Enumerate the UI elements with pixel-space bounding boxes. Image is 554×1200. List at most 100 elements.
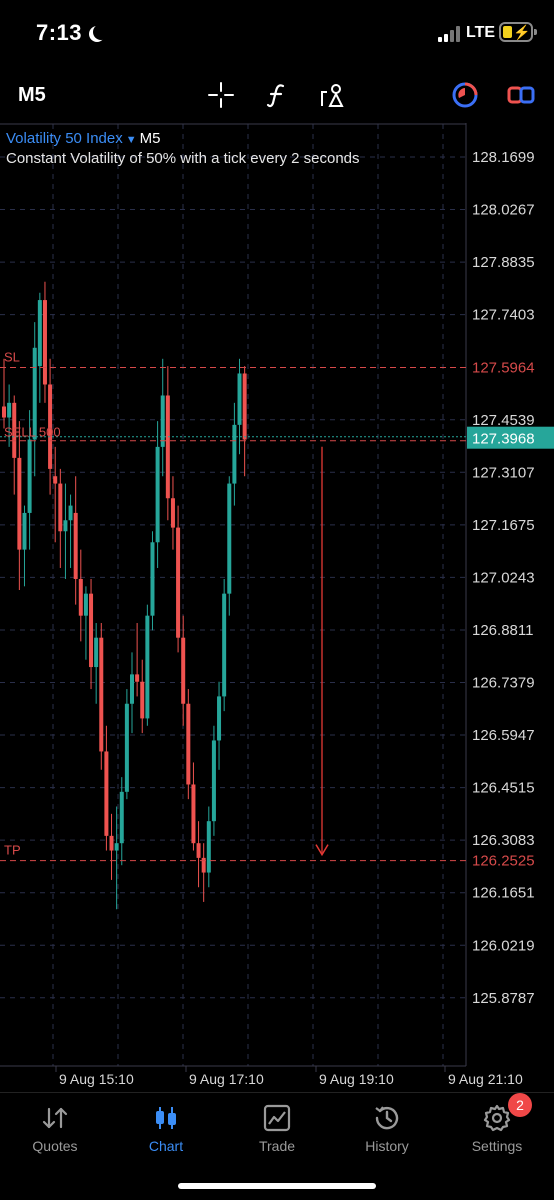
candle-body [191, 784, 196, 844]
candle-body [109, 835, 114, 851]
battery-icon: ⚡ [499, 22, 537, 42]
timeframe-button[interactable]: M5 [18, 84, 46, 107]
chart-symbol-header[interactable]: Volatility 50 Index ▼ M5 [6, 130, 160, 147]
price-tick-label: 127.3107 [472, 464, 535, 481]
candle-body [104, 751, 109, 836]
candle-body [58, 483, 63, 532]
tab-chart-label: Chart [148, 1138, 184, 1154]
tab-trade-label: Trade [258, 1138, 296, 1154]
tab-chart[interactable]: Chart [121, 1101, 211, 1154]
objects-icon[interactable] [318, 80, 348, 110]
price-tick-label: 128.0267 [472, 202, 535, 219]
candle-body [83, 593, 88, 616]
candle-body [222, 593, 227, 697]
candle-body [201, 857, 206, 873]
sell-label: SELL 500 [4, 425, 61, 440]
candle-body [165, 395, 170, 499]
time-tick-label: 9 Aug 17:10 [189, 1071, 264, 1087]
home-indicator [178, 1183, 376, 1189]
status-time: 7:13 [36, 20, 83, 45]
price-tick-label: 126.4515 [472, 780, 535, 797]
candle-body [232, 424, 237, 484]
price-tick-label: 128.1699 [472, 149, 535, 166]
candle-body [37, 300, 42, 367]
candle-body [68, 505, 73, 521]
price-tick-label: 126.5947 [472, 727, 535, 744]
candle-body [135, 674, 140, 682]
time-tick-label: 9 Aug 21:10 [448, 1071, 523, 1087]
function-icon[interactable] [262, 80, 292, 110]
candle-body [181, 637, 186, 704]
candle-body [150, 542, 155, 616]
tab-quotes-label: Quotes [32, 1138, 78, 1154]
candle-body [170, 498, 175, 528]
price-tick-label: 126.8811 [472, 622, 533, 639]
tab-trade[interactable]: Trade [232, 1101, 322, 1154]
toggle-icon[interactable] [506, 80, 536, 110]
candle-body [160, 395, 165, 447]
history-icon [375, 1106, 399, 1130]
quotes-icon [42, 1107, 68, 1129]
current-price-label: 127.3968 [472, 431, 535, 448]
candle-body [145, 615, 150, 719]
price-tick-label: 127.0243 [472, 569, 535, 586]
candle-body [89, 593, 94, 668]
candle-body [242, 373, 247, 440]
candle-body [63, 520, 68, 532]
chart-timeframe: M5 [139, 130, 161, 147]
tab-settings-label: Settings [471, 1138, 523, 1154]
tab-history-label: History [365, 1138, 409, 1154]
symbol-dropdown-icon[interactable]: ▼ [126, 134, 137, 146]
candle-body [22, 512, 27, 550]
symbol-description: Constant Volatility of 50% with a tick e… [6, 150, 360, 167]
candle-body [17, 457, 22, 550]
time-tick-label: 9 Aug 15:10 [59, 1071, 134, 1087]
chart-grid [0, 124, 466, 1066]
candle-body [114, 843, 119, 851]
settings-badge: 2 [508, 1093, 532, 1117]
candle-body [7, 402, 12, 418]
candle-body [211, 740, 216, 822]
price-chart[interactable]: SL SELL 500 TP 128.1699 128.0267 127.8835 127… [0, 123, 554, 1093]
crosshair-icon[interactable] [206, 80, 236, 110]
candle-body [140, 681, 145, 719]
trade-clock-icon[interactable] [450, 80, 480, 110]
price-tick-label: 126.1651 [472, 885, 535, 902]
signal-icon [438, 26, 462, 42]
chart-icon [156, 1107, 176, 1129]
candle-body [196, 843, 201, 858]
candle-body [119, 791, 124, 844]
symbol-name[interactable]: Volatility 50 Index [6, 130, 123, 147]
candle-body [27, 439, 32, 513]
sl-price-label: 127.5964 [472, 359, 535, 376]
candle-body [206, 821, 211, 873]
time-tick-label: 9 Aug 19:10 [319, 1071, 394, 1087]
tp-label: TP [4, 843, 21, 858]
candle-body [73, 512, 78, 579]
network-label: LTE [466, 24, 496, 41]
price-tick-label: 127.4539 [472, 412, 535, 429]
price-tick-label: 126.0219 [472, 937, 535, 954]
candle-body [237, 373, 242, 425]
tp-price-label: 126.2525 [472, 853, 535, 870]
price-tick-label: 127.1675 [472, 517, 535, 534]
price-tick-label: 125.8787 [472, 990, 535, 1007]
price-tick-label: 127.7403 [472, 307, 535, 324]
candle-body [78, 578, 83, 616]
candle-body [2, 406, 6, 418]
candle-body [42, 300, 47, 385]
candles [2, 281, 247, 910]
candle-body [217, 696, 222, 741]
candle-body [53, 476, 58, 484]
price-tick-label: 127.8835 [472, 254, 535, 271]
trade-icon [263, 1104, 291, 1132]
sl-label: SL [4, 349, 20, 364]
tab-history[interactable]: History [342, 1101, 432, 1154]
time-axis: 9 Aug 15:10 9 Aug 17:10 9 Aug 19:10 9 Aug 2… [55, 1066, 523, 1087]
tab-quotes[interactable]: Quotes [10, 1101, 100, 1154]
candle-body [130, 674, 134, 704]
chart-toolbar: M5 [0, 70, 554, 120]
price-tick-label: 126.7379 [472, 675, 535, 692]
candle-body [99, 637, 104, 752]
price-tick-label: 126.3083 [472, 832, 535, 849]
